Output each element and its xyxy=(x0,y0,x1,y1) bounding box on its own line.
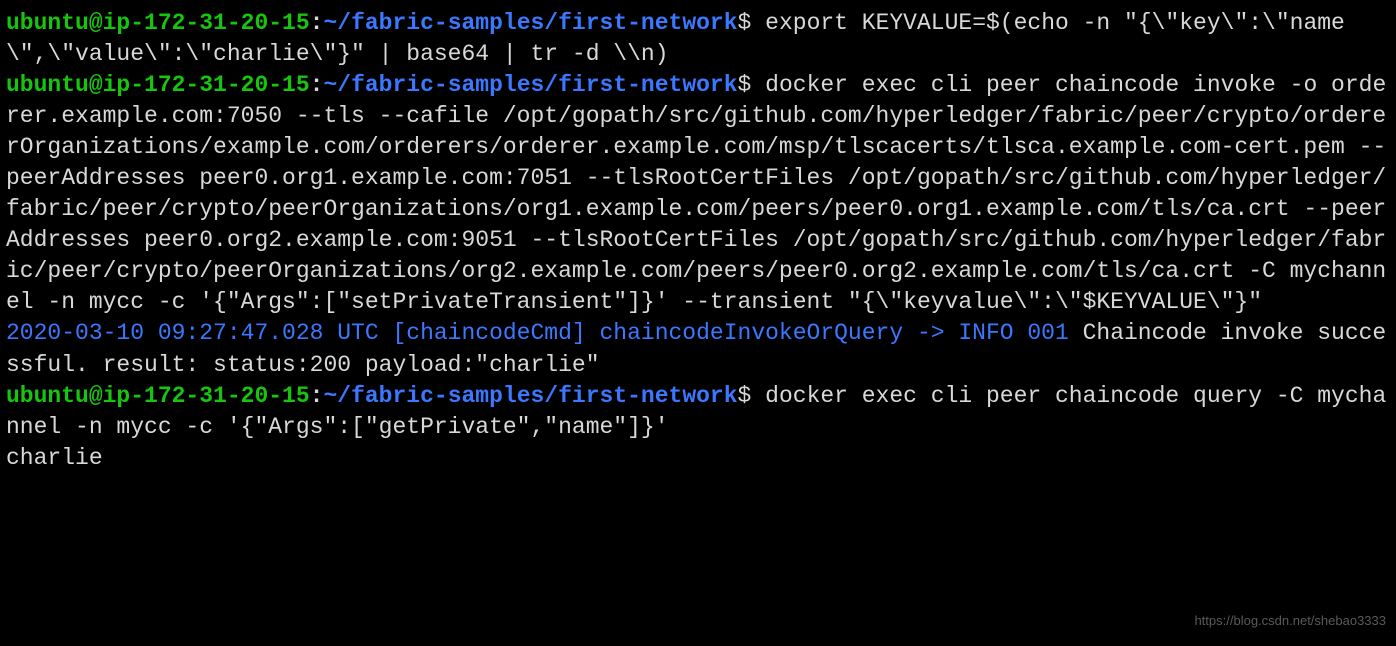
prompt-colon: : xyxy=(310,72,324,98)
prompt-symbol: $ xyxy=(738,383,752,409)
prompt-colon: : xyxy=(310,383,324,409)
prompt-symbol: $ xyxy=(738,72,752,98)
prompt-user: ubuntu@ip-172-31-20-15 xyxy=(6,383,310,409)
log-timestamp: 2020-03-10 09:27:47.028 UTC [chaincodeCm… xyxy=(6,320,1069,346)
prompt-path: ~/fabric-samples/first-network xyxy=(323,10,737,36)
command-2: docker exec cli peer chaincode invoke -o… xyxy=(6,72,1386,315)
prompt-colon: : xyxy=(310,10,324,36)
query-output: charlie xyxy=(6,445,103,471)
prompt-symbol: $ xyxy=(738,10,752,36)
watermark: https://blog.csdn.net/shebao3333 xyxy=(1194,612,1386,630)
prompt-path: ~/fabric-samples/first-network xyxy=(323,383,737,409)
terminal-output[interactable]: ubuntu@ip-172-31-20-15:~/fabric-samples/… xyxy=(6,8,1390,474)
prompt-path: ~/fabric-samples/first-network xyxy=(323,72,737,98)
prompt-user: ubuntu@ip-172-31-20-15 xyxy=(6,72,310,98)
prompt-user: ubuntu@ip-172-31-20-15 xyxy=(6,10,310,36)
